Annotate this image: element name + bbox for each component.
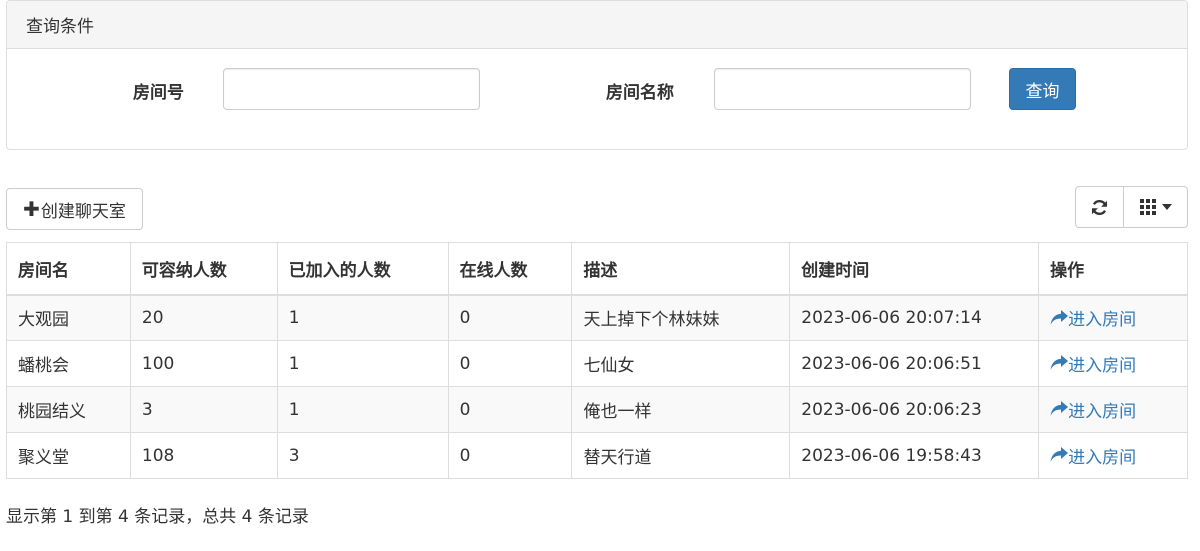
cell-capacity: 108 bbox=[129, 432, 278, 479]
enter-room-label: 进入房间 bbox=[1068, 310, 1137, 330]
table-row: 聚义堂 108 3 0 替天行道 2023-06-06 19:58:43 进入房… bbox=[6, 432, 1188, 479]
room-name-input[interactable] bbox=[714, 68, 971, 110]
room-no-label: 房间号 bbox=[133, 83, 184, 103]
share-arrow-icon bbox=[1050, 309, 1069, 325]
cell-joined: 1 bbox=[276, 386, 449, 433]
query-panel-title: 查询条件 bbox=[7, 1, 1187, 49]
cell-created-time: 2023-06-06 20:06:23 bbox=[789, 386, 1040, 433]
cell-joined: 1 bbox=[276, 294, 449, 341]
pagination-info: 显示第 1 到第 4 条记录，总共 4 条记录 bbox=[6, 507, 309, 527]
table-row: 蟠桃会 100 1 0 七仙女 2023-06-06 20:06:51 进入房间 bbox=[6, 340, 1188, 387]
refresh-icon bbox=[1091, 199, 1108, 215]
cell-capacity: 20 bbox=[129, 294, 278, 341]
chatroom-table: 房间名 可容纳人数 已加入的人数 在线人数 描述 创建时间 操作 大观园 20 … bbox=[6, 242, 1188, 479]
header-room-name[interactable]: 房间名 bbox=[6, 242, 131, 296]
cell-online: 0 bbox=[447, 340, 573, 387]
cell-description: 七仙女 bbox=[571, 340, 791, 387]
cell-actions: 进入房间 bbox=[1038, 386, 1188, 433]
grid-icon bbox=[1139, 199, 1156, 215]
cell-actions: 进入房间 bbox=[1038, 294, 1188, 341]
cell-actions: 进入房间 bbox=[1038, 432, 1188, 479]
room-name-label: 房间名称 bbox=[606, 83, 674, 103]
cell-description: 俺也一样 bbox=[571, 386, 791, 433]
enter-room-link[interactable]: 进入房间 bbox=[1050, 397, 1136, 422]
header-capacity[interactable]: 可容纳人数 bbox=[129, 242, 278, 296]
cell-room-name: 聚义堂 bbox=[6, 432, 131, 479]
enter-room-link[interactable]: 进入房间 bbox=[1050, 443, 1136, 468]
cell-created-time: 2023-06-06 20:06:51 bbox=[789, 340, 1040, 387]
cell-online: 0 bbox=[447, 432, 573, 479]
share-arrow-icon bbox=[1050, 355, 1069, 371]
cell-room-name: 大观园 bbox=[6, 294, 131, 341]
cell-description: 替天行道 bbox=[571, 432, 791, 479]
cell-online: 0 bbox=[447, 386, 573, 433]
header-description[interactable]: 描述 bbox=[571, 242, 791, 296]
create-chatroom-label: 创建聊天室 bbox=[40, 201, 126, 222]
table-row: 大观园 20 1 0 天上掉下个林妹妹 2023-06-06 20:07:14 … bbox=[6, 294, 1188, 341]
cell-joined: 1 bbox=[276, 340, 449, 387]
header-actions: 操作 bbox=[1038, 242, 1188, 296]
search-button[interactable]: 查询 bbox=[1009, 68, 1076, 110]
create-chatroom-button[interactable]: ✚ 创建聊天室 bbox=[6, 188, 143, 230]
table-row: 桃园结义 3 1 0 俺也一样 2023-06-06 20:06:23 进入房间 bbox=[6, 386, 1188, 433]
cell-created-time: 2023-06-06 19:58:43 bbox=[789, 432, 1040, 479]
room-no-input[interactable] bbox=[223, 68, 480, 110]
cell-joined: 3 bbox=[276, 432, 449, 479]
cell-created-time: 2023-06-06 20:07:14 bbox=[789, 294, 1040, 341]
refresh-button[interactable] bbox=[1075, 186, 1124, 228]
share-arrow-icon bbox=[1050, 447, 1069, 463]
enter-room-link[interactable]: 进入房间 bbox=[1050, 305, 1136, 330]
header-joined-count[interactable]: 已加入的人数 bbox=[276, 242, 449, 296]
header-created-time[interactable]: 创建时间 bbox=[789, 242, 1040, 296]
enter-room-label: 进入房间 bbox=[1068, 401, 1137, 422]
enter-room-link[interactable]: 进入房间 bbox=[1050, 351, 1136, 376]
columns-toggle-button[interactable] bbox=[1123, 186, 1188, 228]
table-header-row: 房间名 可容纳人数 已加入的人数 在线人数 描述 创建时间 操作 bbox=[6, 242, 1188, 296]
cell-actions: 进入房间 bbox=[1038, 340, 1188, 387]
plus-icon: ✚ bbox=[23, 197, 40, 221]
cell-room-name: 蟠桃会 bbox=[6, 340, 131, 387]
enter-room-label: 进入房间 bbox=[1068, 447, 1137, 468]
cell-capacity: 100 bbox=[129, 340, 278, 387]
cell-description: 天上掉下个林妹妹 bbox=[571, 294, 791, 341]
enter-room-label: 进入房间 bbox=[1068, 355, 1137, 376]
cell-online: 0 bbox=[447, 294, 573, 341]
header-online-count[interactable]: 在线人数 bbox=[447, 242, 573, 296]
cell-capacity: 3 bbox=[129, 386, 278, 433]
cell-room-name: 桃园结义 bbox=[6, 386, 131, 433]
caret-down-icon bbox=[1161, 204, 1172, 210]
share-arrow-icon bbox=[1050, 401, 1069, 417]
